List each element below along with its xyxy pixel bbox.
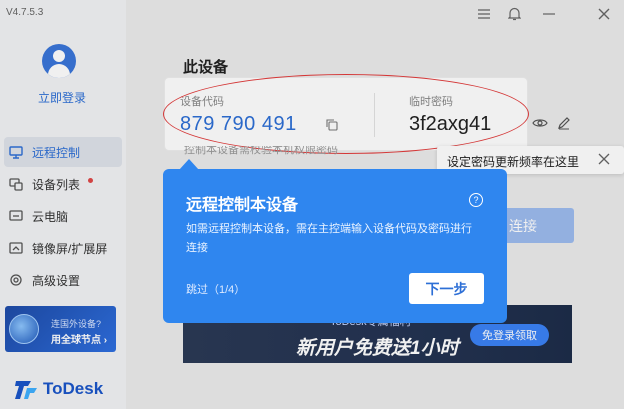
close-icon[interactable]	[598, 152, 612, 166]
sidebar-item-cloud-pc[interactable]: 云电脑	[4, 201, 122, 231]
guide-pointer	[179, 159, 199, 170]
device-code-label: 设备代码	[180, 96, 224, 108]
banner-headline: 新用户免费送1小时	[296, 338, 459, 359]
promo-line-1: 连国外设备?	[51, 319, 102, 329]
temp-password: 3f2axg41	[409, 113, 492, 135]
onboarding-guide: 远程控制本设备 ? 如需远程控制本设备，需在主控端输入设备代码及密码进行连接 跳…	[163, 159, 507, 323]
close-icon[interactable]	[596, 6, 612, 22]
divider	[374, 93, 375, 137]
skip-link[interactable]: 跳过（1/4）	[186, 281, 245, 297]
help-icon[interactable]: ?	[469, 193, 483, 207]
edit-icon[interactable]	[557, 116, 573, 132]
logo-text: ToDesk	[43, 379, 104, 398]
remote-control-icon	[8, 144, 24, 160]
eye-icon[interactable]	[532, 116, 548, 132]
mirror-screen-icon	[8, 240, 24, 256]
sidebar: V4.7.5.3 立即登录 远程控制 设备列表 云电脑 镜像屏/扩展屏 高级设置	[0, 0, 126, 409]
cloud-pc-icon	[8, 208, 24, 224]
sidebar-item-mirror-screen[interactable]: 镜像屏/扩展屏	[4, 233, 122, 263]
device-code: 879 790 491	[180, 113, 297, 135]
bell-icon[interactable]	[506, 6, 522, 22]
menu-icon[interactable]	[476, 6, 492, 22]
temp-password-label: 临时密码	[409, 96, 453, 108]
todesk-logo: ToDesk	[15, 378, 103, 400]
tip-text: 设定密码更新频率在这里	[447, 155, 580, 169]
obscured-option-text: 控制本设备需校验本机权限密码	[184, 146, 338, 155]
login-link[interactable]: 立即登录	[0, 89, 124, 106]
sidebar-item-advanced-settings[interactable]: 高级设置	[4, 265, 122, 295]
version-label: V4.7.5.3	[6, 7, 44, 18]
copy-icon[interactable]	[326, 118, 340, 132]
sidebar-item-label: 远程控制	[32, 145, 81, 160]
todesk-logo-icon	[15, 378, 39, 400]
promo-line-2: 用全球节点 ›	[51, 335, 108, 346]
avatar[interactable]	[42, 44, 76, 78]
sidebar-item-label: 云电脑	[32, 209, 69, 224]
global-node-promo[interactable]: 连国外设备? 用全球节点 ›	[5, 306, 116, 352]
guide-description: 如需远程控制本设备，需在主控端输入设备代码及密码进行连接	[186, 223, 472, 254]
guide-title: 远程控制本设备	[186, 197, 299, 214]
notification-dot	[88, 177, 94, 183]
gear-icon	[8, 272, 24, 288]
sidebar-item-device-list[interactable]: 设备列表	[4, 169, 122, 199]
globe-icon	[9, 314, 39, 344]
next-step-button[interactable]: 下一步	[409, 273, 484, 304]
sidebar-item-label: 设备列表	[32, 177, 81, 192]
sidebar-item-label: 镜像屏/扩展屏	[32, 241, 108, 256]
claim-button[interactable]: 免登录领取	[470, 324, 549, 346]
device-list-icon	[8, 176, 24, 192]
minimize-icon[interactable]	[541, 6, 557, 22]
sidebar-item-label: 高级设置	[32, 273, 81, 288]
sidebar-item-remote-control[interactable]: 远程控制	[4, 137, 122, 167]
page-title: 此设备	[183, 59, 229, 76]
